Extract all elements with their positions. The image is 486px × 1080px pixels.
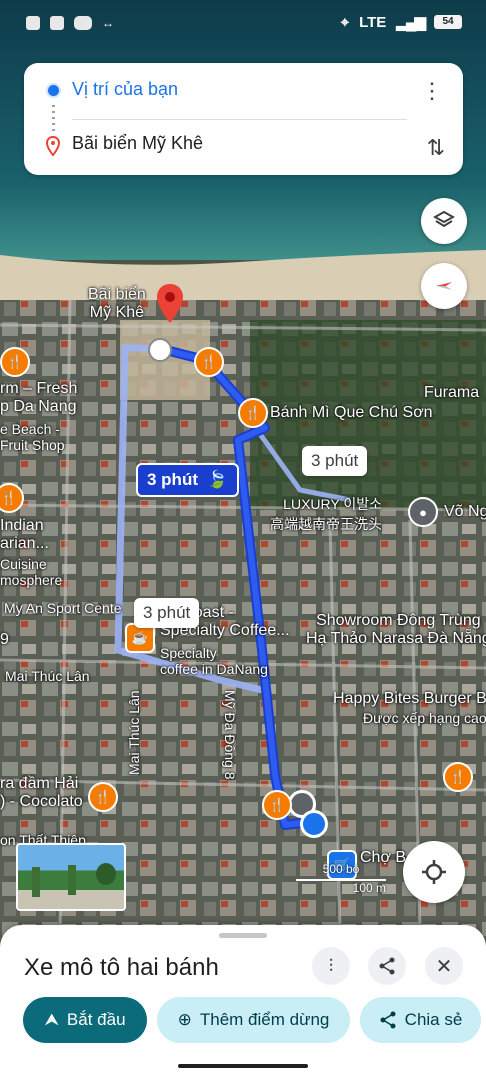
destination-pin-icon[interactable]	[155, 283, 185, 325]
system-nav-bar[interactable]	[178, 1064, 308, 1068]
map-label-specialty: Specialty coffee in DaNang	[160, 645, 268, 677]
origin-dot-icon	[48, 85, 59, 96]
add-location-icon: ⊕	[177, 1010, 192, 1029]
current-location-icon	[300, 810, 328, 838]
map-label-beach-fruit: e Beach - Fruit Shop	[0, 421, 65, 453]
close-icon: ✕	[435, 955, 453, 978]
crosshair-icon	[422, 860, 446, 884]
drag-handle[interactable]	[219, 933, 267, 938]
network-type: LTE	[359, 13, 387, 31]
map-label-beach[interactable]: Bãi biển Mỹ Khê	[88, 286, 146, 322]
share-label: Chia sẻ	[404, 1010, 463, 1029]
map-label-luxury[interactable]: LUXURY 이발소 高端越南帝王洗头	[270, 494, 382, 534]
place-pin-icon[interactable]: ●	[408, 497, 438, 527]
map-label-banh-mi[interactable]: Bánh Mì Que Chú Sơn	[270, 404, 433, 422]
restaurant-pin-icon[interactable]: 🍴	[262, 790, 292, 820]
close-button[interactable]: ✕	[425, 947, 463, 985]
app-notification-icon	[50, 16, 64, 30]
destination-marker-icon	[46, 136, 60, 156]
street-view-thumbnail[interactable]	[16, 843, 126, 911]
swap-direction-icon[interactable]: ⇅	[427, 135, 445, 161]
route-options-button[interactable]: ⫶	[312, 947, 350, 985]
my-location-button[interactable]	[403, 841, 465, 903]
tune-icon: ⫶	[328, 955, 334, 976]
compass-icon	[436, 282, 452, 290]
add-stop-label: Thêm điểm dừng	[199, 1010, 330, 1029]
restaurant-pin-icon[interactable]: 🍴	[88, 782, 118, 812]
leaf-icon: 🍃	[206, 470, 228, 489]
route-duration-alt[interactable]: 3 phút	[302, 446, 368, 476]
status-bar: ↔ ⌖ LTE ▂▄▆ 54	[0, 0, 486, 52]
system-indicators: ⌖ LTE ▂▄▆ 54	[341, 13, 462, 31]
scale-imperial: 500 bộ	[322, 862, 360, 876]
route-end-marker	[148, 338, 172, 362]
add-stop-button[interactable]: ⊕ Thêm điểm dừng	[157, 997, 350, 1043]
map-label-mai-thuc-lan: Mai Thúc Lân	[5, 668, 90, 684]
zalo-icon	[74, 16, 92, 30]
map-label-showroom[interactable]: Showroom Đông Trùng Hạ Thảo Narasa Đà Nẵ…	[306, 612, 486, 648]
restaurant-pin-icon[interactable]: 🍴	[443, 762, 473, 792]
restaurant-pin-icon[interactable]: 🍴	[0, 347, 30, 377]
battery-icon: 54	[434, 15, 462, 29]
route-duration-main[interactable]: 3 phút 🍃	[136, 463, 239, 497]
restaurant-pin-icon[interactable]: 🍴	[238, 398, 268, 428]
map-label-farm-fresh[interactable]: rm – Fresh p Da Nang	[0, 380, 77, 416]
map-label-furama[interactable]: Furama	[424, 384, 479, 402]
share-icon	[380, 1011, 396, 1029]
origin-field[interactable]: Vị trí của bạn	[24, 63, 463, 119]
location-icon: ⌖	[340, 13, 350, 31]
share-route-button[interactable]	[368, 947, 406, 985]
duration-text: 3 phút	[147, 470, 198, 489]
share-button[interactable]: Chia sẻ	[360, 997, 481, 1043]
map-label-happy-bites[interactable]: Happy Bites Burger Ba	[333, 690, 486, 708]
app-notification-icon	[26, 16, 40, 30]
map-label-indian[interactable]: Indian arian...	[0, 517, 49, 553]
signal-icon: ▂▄▆	[396, 14, 426, 31]
map-label-nine: 9	[0, 631, 9, 648]
scale-metric: 100 m	[352, 881, 386, 895]
origin-text: Vị trí của bạn	[72, 79, 179, 99]
map-label-rated: Được xếp hạng cao nh	[363, 710, 486, 726]
destination-text: Bãi biển Mỹ Khê	[72, 133, 204, 153]
destination-field[interactable]: Bãi biển Mỹ Khê	[24, 119, 463, 175]
route-duration-alt[interactable]: 3 phút	[134, 598, 200, 628]
bottom-sheet: Xe mô tô hai bánh ⫶ ✕ ⮝ Bắt đầu ⊕ Thêm đ…	[0, 925, 486, 1080]
map-scale: 500 bộ 100 m	[296, 862, 386, 895]
map-label-my-an[interactable]: My An Sport Cente	[4, 600, 122, 616]
layers-button[interactable]	[421, 198, 467, 244]
notification-icons: ↔	[26, 16, 114, 30]
map-label-my-da-dong: Mỹ Đa Đông 8	[222, 690, 238, 780]
start-button[interactable]: ⮝ Bắt đầu	[23, 997, 147, 1043]
sync-icon: ↔	[102, 16, 114, 30]
restaurant-pin-icon[interactable]: 🍴	[194, 347, 224, 377]
navigation-arrow-icon: ⮝	[44, 1010, 59, 1029]
share-icon	[379, 957, 395, 975]
start-label: Bắt đầu	[66, 1010, 126, 1029]
map-label-vo-ng[interactable]: Võ Ng	[444, 503, 486, 521]
layers-icon	[433, 210, 455, 228]
map-label-cocolato[interactable]: ra đầm Hải ) - Cocolato	[0, 775, 83, 811]
more-options-icon[interactable]: ⋮	[421, 80, 443, 102]
map-label-mai-thuc-lan-vertical: Mai Thúc Lân	[126, 690, 142, 775]
route-card: Vị trí của bạn Bãi biển Mỹ Khê ⋮ ⇅	[24, 63, 463, 175]
travel-mode-title: Xe mô tô hai bánh	[24, 954, 219, 981]
map-label-cuisine: Cuisine mosphere	[0, 556, 63, 588]
compass-button[interactable]	[421, 263, 467, 309]
